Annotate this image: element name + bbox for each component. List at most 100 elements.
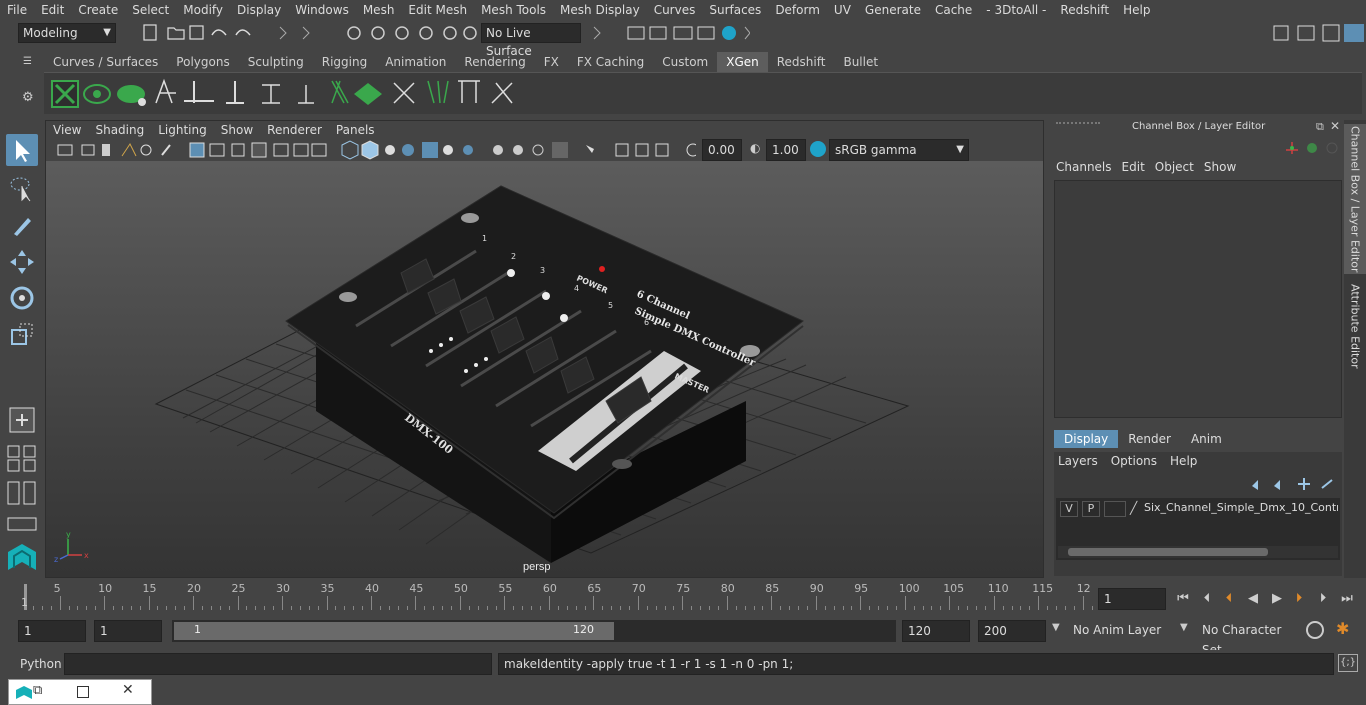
- layer-menu-help[interactable]: Help: [1166, 454, 1206, 468]
- tab-render[interactable]: Render: [1118, 430, 1181, 448]
- menu-display[interactable]: Display: [230, 3, 288, 17]
- step-back-key-icon[interactable]: ⏴: [1198, 590, 1216, 608]
- paint-tool[interactable]: [6, 208, 38, 240]
- layout-icons[interactable]: [6, 444, 38, 554]
- channel-box-menu-object[interactable]: Object: [1153, 160, 1202, 174]
- command-input[interactable]: [64, 653, 492, 675]
- horizontal-scrollbar[interactable]: [1058, 546, 1338, 558]
- color-space-dropdown[interactable]: sRGB gamma ▼: [829, 139, 969, 161]
- shelf-tab-rigging[interactable]: Rigging: [313, 52, 376, 72]
- snap-tool[interactable]: [6, 404, 38, 436]
- lasso-tool[interactable]: [6, 172, 38, 204]
- viewport-menu-show[interactable]: Show: [214, 123, 260, 137]
- gamma-field[interactable]: 1.00: [766, 139, 806, 161]
- step-forward-key-icon[interactable]: ⏵: [1314, 590, 1332, 608]
- restore-icon[interactable]: ⧉: [33, 683, 42, 698]
- shelf-tab-animation[interactable]: Animation: [376, 52, 455, 72]
- float-icon[interactable]: ⧉: [1316, 120, 1324, 134]
- layer-menu-layers[interactable]: Layers: [1054, 454, 1107, 468]
- render-tools-icons[interactable]: [590, 23, 750, 43]
- shelf-tab-curves-surfaces[interactable]: Curves / Surfaces: [44, 52, 167, 72]
- chevron-down-icon[interactable]: ▼: [1180, 622, 1188, 633]
- menu-uv[interactable]: UV: [827, 3, 858, 17]
- channel-list[interactable]: [1054, 180, 1342, 418]
- menu-windows[interactable]: Windows: [288, 3, 356, 17]
- menu-help[interactable]: Help: [1116, 3, 1157, 17]
- shelf-tab-bullet[interactable]: Bullet: [834, 52, 887, 72]
- color-management-icon[interactable]: [810, 141, 826, 157]
- range-slider-handle[interactable]: 1 120: [174, 622, 614, 640]
- shelf-tab-rendering[interactable]: Rendering: [455, 52, 534, 72]
- mode-dropdown[interactable]: Modeling ▼: [18, 23, 116, 43]
- file-tools-icons[interactable]: [140, 23, 480, 43]
- preferences-icon[interactable]: ✱: [1336, 619, 1349, 638]
- time-slider[interactable]: 5 10 15 20 25 30 35 40 45 50 55 60 65 70 75 80 85 90 95 100…: [0, 580, 1366, 616]
- xgen-shelf-icons[interactable]: [44, 73, 544, 115]
- menu-select[interactable]: Select: [125, 3, 176, 17]
- menu-generate[interactable]: Generate: [858, 3, 928, 17]
- anim-layer-dropdown[interactable]: No Anim Layer: [1068, 620, 1172, 642]
- viewport-menu-shading[interactable]: Shading: [88, 123, 151, 137]
- exposure-field[interactable]: 0.00: [702, 139, 742, 161]
- playback-start-field[interactable]: 1: [94, 620, 162, 642]
- animation-start-field[interactable]: 1: [18, 620, 86, 642]
- menu-lines-icon[interactable]: ☰: [23, 56, 32, 67]
- shelf-tab-custom[interactable]: Custom: [653, 52, 717, 72]
- layer-menu-options[interactable]: Options: [1107, 454, 1166, 468]
- live-surface-field[interactable]: No Live Surface: [481, 23, 581, 58]
- go-to-end-icon[interactable]: ⏭: [1338, 590, 1356, 608]
- tab-anim[interactable]: Anim: [1181, 430, 1232, 448]
- play-backward-icon[interactable]: ◀: [1244, 590, 1262, 608]
- range-slider[interactable]: 1 120: [172, 620, 896, 642]
- 3d-viewport[interactable]: 6 Channel Simple DMX Controller POWER MA…: [46, 161, 1043, 577]
- viewport-menu-renderer[interactable]: Renderer: [260, 123, 329, 137]
- animation-end-field[interactable]: 200: [978, 620, 1046, 642]
- menu-deform[interactable]: Deform: [768, 3, 827, 17]
- viewport-toolbar-icons[interactable]: [46, 139, 696, 161]
- menu-curves[interactable]: Curves: [647, 3, 703, 17]
- menu-3dtoall[interactable]: - 3DtoAll -: [979, 3, 1053, 17]
- select-tool[interactable]: [6, 134, 38, 166]
- script-language-label[interactable]: Python: [20, 657, 62, 671]
- menu-surfaces[interactable]: Surfaces: [702, 3, 768, 17]
- maximize-icon[interactable]: [77, 686, 89, 698]
- shelf-tab-xgen[interactable]: XGen: [717, 52, 768, 72]
- menu-mesh-display[interactable]: Mesh Display: [553, 3, 647, 17]
- rotate-tool[interactable]: [6, 282, 38, 314]
- menu-cache[interactable]: Cache: [928, 3, 979, 17]
- drag-handle[interactable]: [1056, 122, 1100, 136]
- shelf-tab-redshift[interactable]: Redshift: [768, 52, 835, 72]
- playback-end-field[interactable]: 120: [902, 620, 970, 642]
- channel-box-menu-show[interactable]: Show: [1202, 160, 1244, 174]
- layer-playback-toggle[interactable]: P: [1082, 501, 1100, 517]
- layer-row[interactable]: V P ╱ Six_Channel_Simple_Dmx_10_Controll…: [1056, 500, 1340, 518]
- channel-box-mode-icons[interactable]: [1286, 140, 1342, 156]
- layer-visibility-toggle[interactable]: V: [1060, 501, 1078, 517]
- shelf-tab-fx[interactable]: FX: [535, 52, 568, 72]
- viewport-menu-panels[interactable]: Panels: [329, 123, 382, 137]
- scale-tool[interactable]: [6, 318, 38, 350]
- layer-action-icons[interactable]: [1248, 476, 1338, 492]
- gear-icon[interactable]: ⚙: [22, 90, 34, 105]
- viewport-menu-view[interactable]: View: [46, 123, 88, 137]
- tab-display[interactable]: Display: [1054, 430, 1119, 448]
- step-forward-frame-icon[interactable]: ⏵: [1290, 590, 1308, 608]
- script-editor-icon[interactable]: {;}: [1338, 654, 1358, 672]
- workspace-layout-icons[interactable]: [1270, 22, 1366, 44]
- current-frame-field[interactable]: 1: [1098, 588, 1166, 610]
- menu-redshift[interactable]: Redshift: [1053, 3, 1116, 17]
- step-back-frame-icon[interactable]: ⏴: [1220, 590, 1238, 608]
- layer-color-swatch[interactable]: [1104, 501, 1126, 517]
- chevron-down-icon[interactable]: ▼: [1052, 622, 1060, 633]
- go-to-start-icon[interactable]: ⏮: [1174, 590, 1192, 608]
- menu-edit[interactable]: Edit: [34, 3, 71, 17]
- menu-mesh-tools[interactable]: Mesh Tools: [474, 3, 553, 17]
- tab-attribute-editor[interactable]: Attribute Editor: [1344, 280, 1366, 372]
- menu-create[interactable]: Create: [71, 3, 125, 17]
- shelf-tab-polygons[interactable]: Polygons: [167, 52, 238, 72]
- character-set-dropdown[interactable]: No Character Set: [1197, 620, 1303, 657]
- menu-edit-mesh[interactable]: Edit Mesh: [401, 3, 474, 17]
- channel-box-menu-edit[interactable]: Edit: [1120, 160, 1153, 174]
- channel-box-menu-channels[interactable]: Channels: [1054, 160, 1120, 174]
- close-icon[interactable]: ✕: [122, 682, 134, 698]
